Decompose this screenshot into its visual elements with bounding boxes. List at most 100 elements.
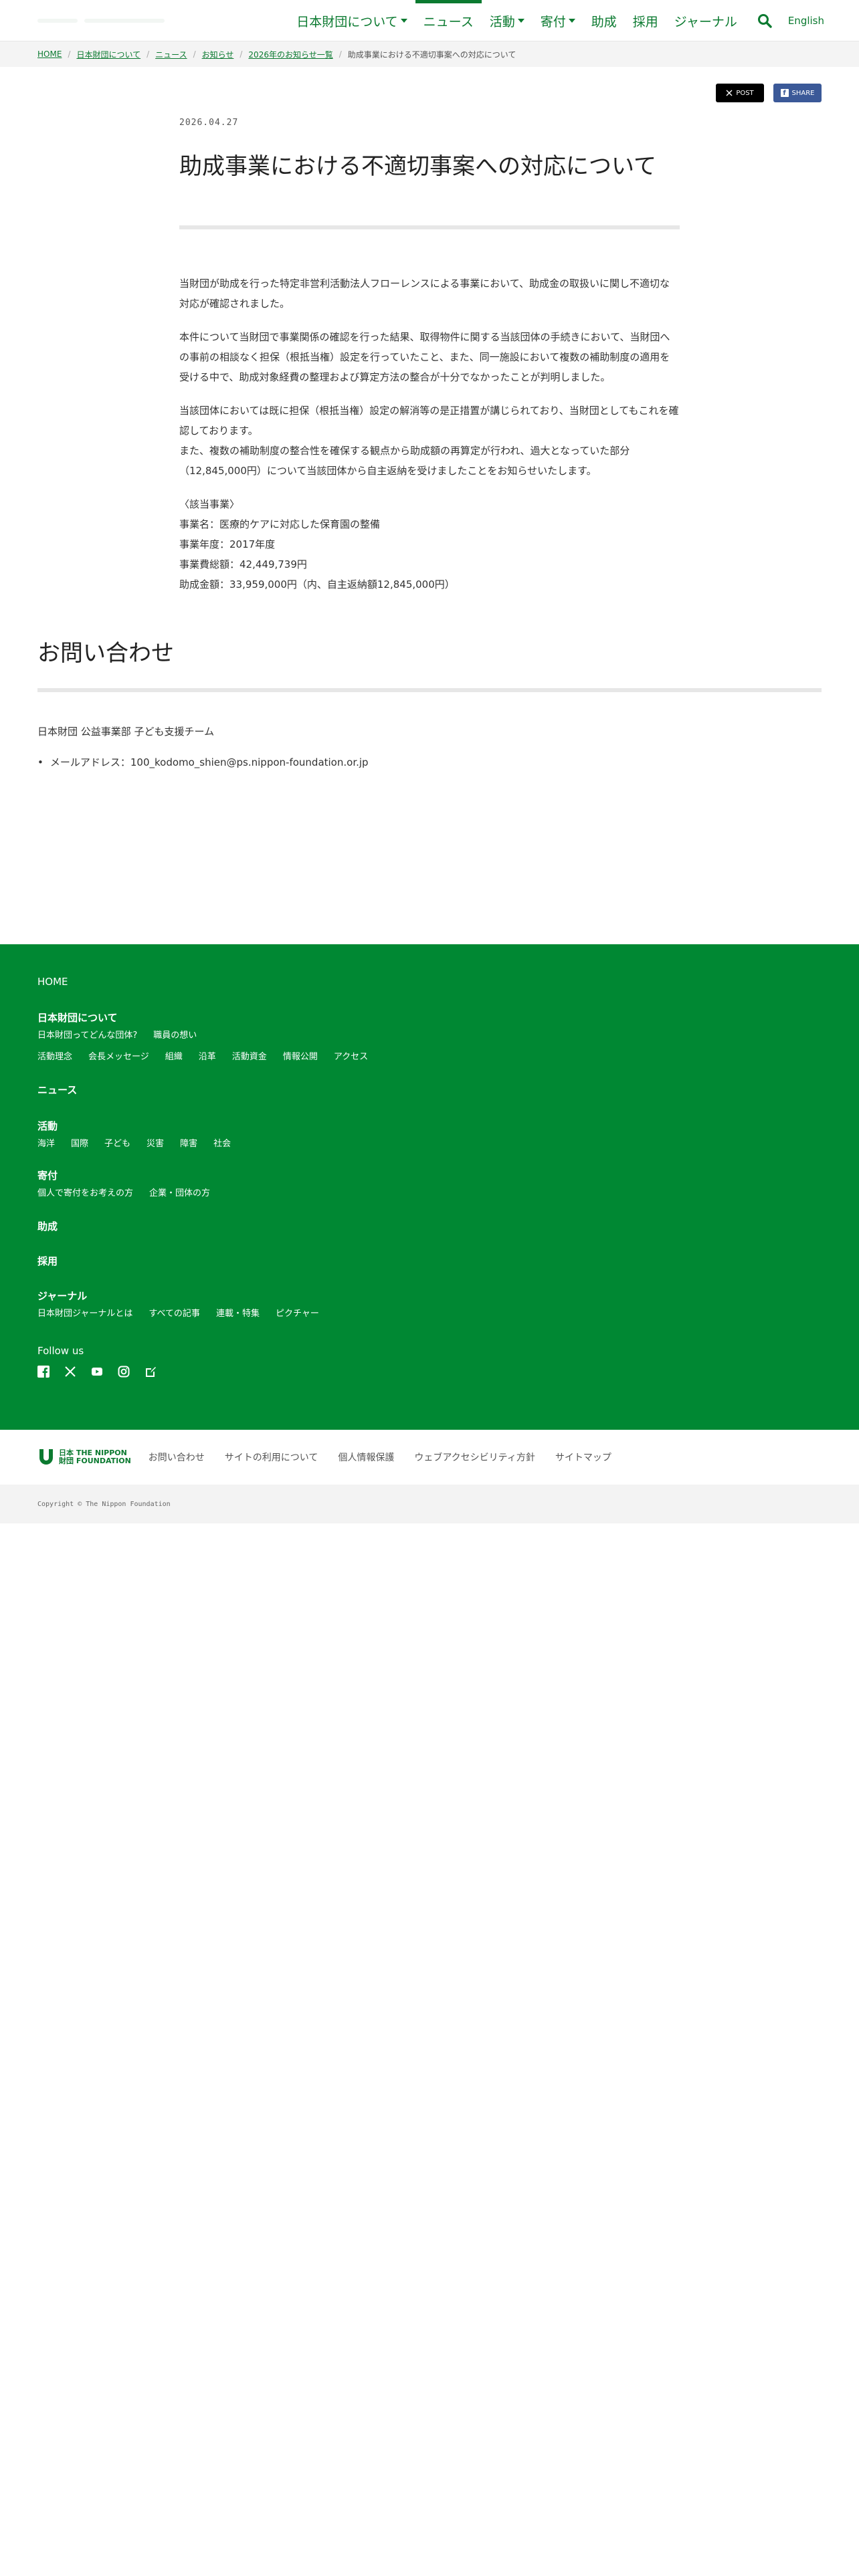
footer-link[interactable]: 社会 — [213, 1138, 231, 1150]
footer-util-contact[interactable]: お問い合わせ — [149, 1451, 205, 1464]
breadcrumb: HOME / 日本財団について / ニュース / お知らせ / 2026年のお知… — [0, 41, 859, 67]
details-heading: 〈該当事業〉 — [179, 498, 240, 510]
facebook-icon: f — [780, 89, 789, 97]
article-paragraph: 当財団が助成を行った特定非営利活動法人フローレンスによる事業において、助成金の取… — [179, 278, 670, 310]
footer-donate-links: 個人で寄付をお考えの方 企業・団体の方 — [37, 1188, 822, 1200]
nav-journal[interactable]: ジャーナル — [666, 0, 745, 41]
footer-activities-heading[interactable]: 活動 — [37, 1119, 822, 1133]
global-nav: 日本財団について ニュース 活動 寄付 助成 採用 ジャーナル English — [288, 0, 824, 41]
footer-link[interactable]: アクセス — [334, 1051, 368, 1063]
breadcrumb-about[interactable]: 日本財団について — [76, 49, 140, 60]
footer-home-link[interactable]: HOME — [37, 975, 822, 988]
footer-link[interactable]: 活動理念 — [37, 1051, 72, 1063]
breadcrumb-separator: / — [68, 49, 71, 59]
footer-about-links-2: 活動理念 会長メッセージ 組織 沿革 活動資金 情報公開 アクセス — [37, 1051, 822, 1063]
x-post-button[interactable]: POST — [716, 84, 764, 102]
breadcrumb-2026-notices[interactable]: 2026年のお知らせ一覧 — [248, 49, 332, 60]
title-divider — [179, 225, 680, 229]
footer-util-sitemap[interactable]: サイトマップ — [555, 1451, 611, 1464]
footer-news-heading[interactable]: ニュース — [37, 1083, 822, 1097]
contact-email: メールアドレス：100_kodomo_shien@ps.nippon-found… — [37, 752, 822, 772]
footer-link[interactable]: 国際 — [71, 1138, 88, 1150]
footer-link[interactable]: 子ども — [104, 1138, 130, 1150]
sns-links — [37, 1366, 822, 1378]
footer-link[interactable]: 情報公開 — [283, 1051, 318, 1063]
footer-link[interactable]: すべての記事 — [149, 1308, 200, 1320]
nav-activities[interactable]: 活動 — [482, 0, 533, 41]
breadcrumb-separator: / — [147, 49, 150, 59]
breadcrumb-notices[interactable]: お知らせ — [202, 49, 234, 60]
note-icon[interactable] — [145, 1366, 157, 1378]
footer-link[interactable]: 活動資金 — [232, 1051, 267, 1063]
footer-sitemap: HOME 日本財団について 日本財団ってどんな団体? 職員の想い 活動理念 会長… — [0, 944, 859, 1430]
footer-journal-heading[interactable]: ジャーナル — [37, 1289, 822, 1303]
chevron-down-icon — [400, 19, 407, 23]
footer-util-terms[interactable]: サイトの利用について — [225, 1451, 318, 1464]
article-paragraph-line: 当該団体においては既に担保（根抵当権）設定の解消等の是正措置が講じられており、当… — [179, 405, 679, 437]
nav-recruit[interactable]: 採用 — [625, 0, 666, 41]
nav-about[interactable]: 日本財団について — [288, 0, 415, 41]
nav-news-label: ニュース — [423, 14, 474, 29]
footer-link[interactable]: 連載・特集 — [216, 1308, 260, 1320]
follow-us-label: Follow us — [37, 1345, 84, 1357]
footer-link[interactable]: 沿革 — [199, 1051, 216, 1063]
x-icon[interactable] — [64, 1366, 76, 1378]
footer-link[interactable]: 組織 — [165, 1051, 183, 1063]
footer-link[interactable]: 障害 — [180, 1138, 197, 1150]
article-paragraph: 本件について当財団で事業関係の確認を行った結果、取得物件に関する当該団体の手続き… — [179, 331, 670, 383]
facebook-share-button[interactable]: f SHARE — [773, 84, 822, 102]
youtube-icon[interactable] — [91, 1366, 103, 1378]
breadcrumb-news[interactable]: ニュース — [155, 49, 187, 60]
footer-link[interactable]: 日本財団ってどんな団体? — [37, 1030, 137, 1042]
footer-link[interactable]: 個人で寄付をお考えの方 — [37, 1188, 133, 1200]
footer-link[interactable]: ピクチャー — [276, 1308, 319, 1320]
breadcrumb-home[interactable]: HOME — [37, 49, 62, 59]
footer-link[interactable]: 職員の想い — [153, 1030, 197, 1042]
site-header: 日本財団について ニュース 活動 寄付 助成 採用 ジャーナル English — [0, 0, 859, 41]
footer-activities-links: 海洋 国際 子ども 災害 障害 社会 — [37, 1138, 822, 1150]
footer-logo-text: 日本 THE NIPPON 財団 FOUNDATION — [59, 1449, 131, 1465]
x-icon — [726, 90, 733, 96]
breadcrumb-separator: / — [240, 49, 243, 59]
breadcrumb-separator: / — [339, 49, 342, 59]
footer-util-privacy[interactable]: 個人情報保護 — [338, 1451, 394, 1464]
facebook-icon[interactable] — [37, 1366, 50, 1378]
nav-news[interactable]: ニュース — [415, 0, 482, 41]
nippon-foundation-logo-icon — [39, 1449, 53, 1465]
footer-about-links-1: 日本財団ってどんな団体? 職員の想い — [37, 1030, 822, 1042]
article-paragraph: 当該団体においては既に担保（根抵当権）設定の解消等の是正措置が講じられており、当… — [179, 401, 680, 481]
footer-link[interactable]: 日本財団ジャーナルとは — [37, 1308, 132, 1320]
details-grant-amount: 助成金額：33,959,000円（内、自主返納額12,845,000円） — [179, 578, 455, 591]
search-icon — [757, 14, 772, 28]
footer-link[interactable]: 会長メッセージ — [88, 1051, 149, 1063]
footer-grants-heading[interactable]: 助成 — [37, 1220, 822, 1233]
page-title: 助成事業における不適切事案への対応について — [179, 153, 656, 180]
project-details: 〈該当事業〉 事業名：医療的ケアに対応した保育園の整備 事業年度：2017年度 … — [179, 494, 680, 595]
footer-link[interactable]: 企業・団体の方 — [149, 1188, 210, 1200]
footer-link[interactable]: 災害 — [147, 1138, 164, 1150]
instagram-icon[interactable] — [118, 1366, 130, 1378]
article-body: 当財団が助成を行った特定非営利活動法人フローレンスによる事業において、助成金の取… — [179, 274, 680, 595]
footer-logo[interactable]: 日本 THE NIPPON 財団 FOUNDATION — [37, 1448, 131, 1467]
nav-donate[interactable]: 寄付 — [533, 0, 583, 41]
site-logo[interactable] — [37, 15, 205, 27]
footer-donate-heading[interactable]: 寄付 — [37, 1169, 822, 1182]
search-button[interactable] — [745, 0, 784, 41]
footer-recruit-heading[interactable]: 採用 — [37, 1255, 822, 1268]
footer-about-heading[interactable]: 日本財団について — [37, 1011, 822, 1025]
nav-donate-label: 寄付 — [540, 14, 566, 29]
language-switch-english[interactable]: English — [784, 15, 824, 27]
details-total-cost: 事業費総額：42,449,739円 — [179, 558, 307, 570]
footer-util-accessibility[interactable]: ウェブアクセシビリティ方針 — [414, 1451, 535, 1464]
nav-grants[interactable]: 助成 — [583, 0, 625, 41]
contact-heading: お問い合わせ — [37, 640, 174, 667]
contact-divider — [37, 688, 822, 692]
details-project-name: 事業名：医療的ケアに対応した保育園の整備 — [179, 518, 381, 530]
footer-link[interactable]: 海洋 — [37, 1138, 55, 1150]
nav-journal-label: ジャーナル — [674, 14, 737, 29]
copyright: Copyright © The Nippon Foundation — [0, 1485, 859, 1523]
footer-bar: 日本 THE NIPPON 財団 FOUNDATION お問い合わせ サイトの利… — [0, 1430, 859, 1485]
details-fiscal-year: 事業年度：2017年度 — [179, 538, 276, 550]
post-date: 2026.04.27 — [179, 118, 239, 128]
contact-list: メールアドレス：100_kodomo_shien@ps.nippon-found… — [37, 752, 822, 772]
